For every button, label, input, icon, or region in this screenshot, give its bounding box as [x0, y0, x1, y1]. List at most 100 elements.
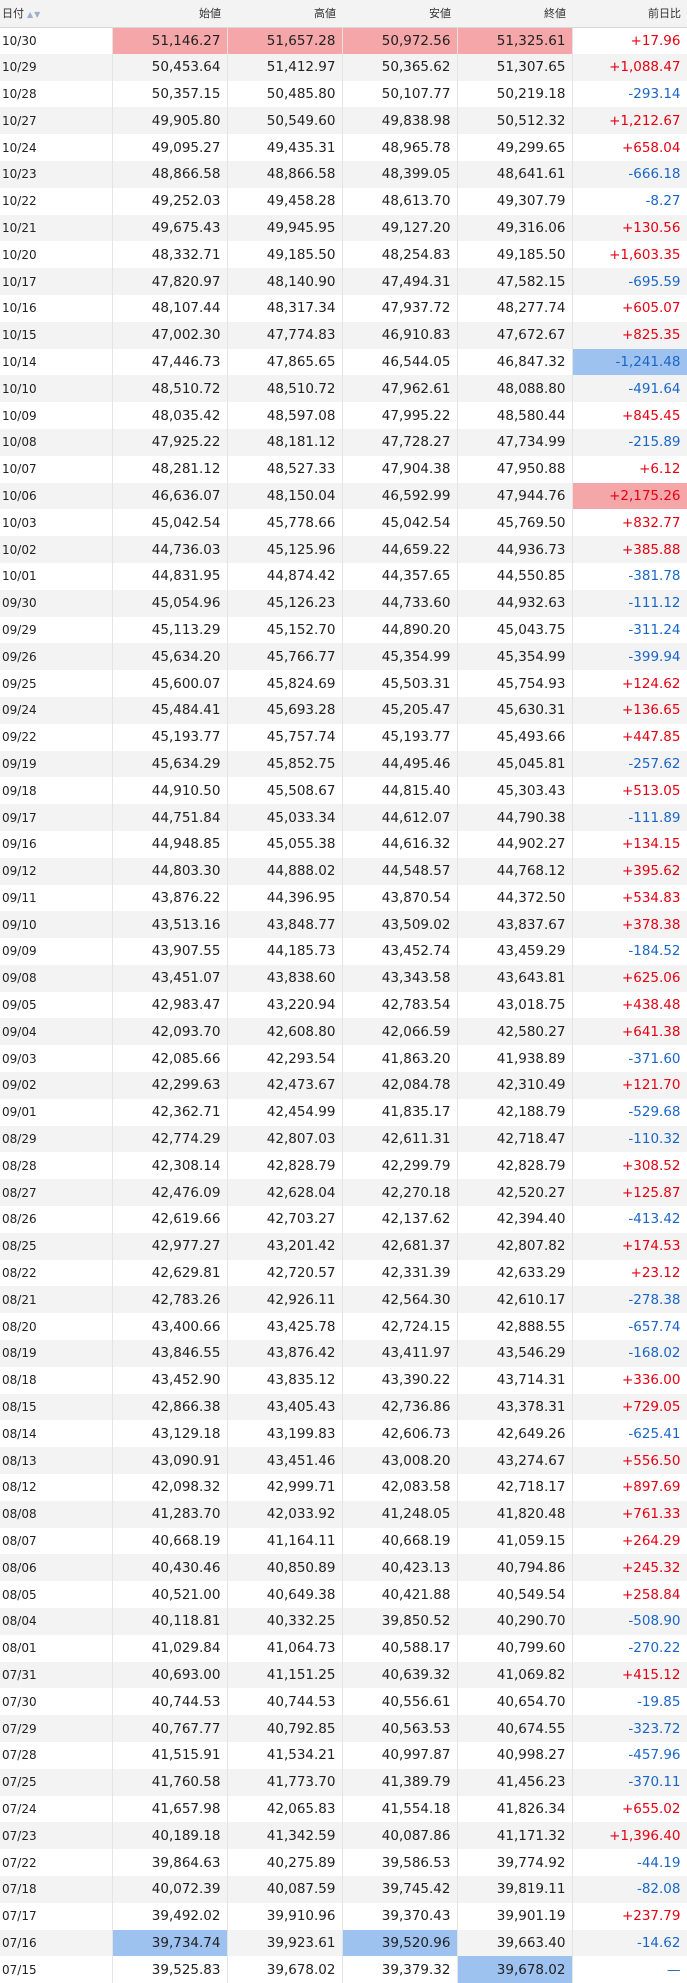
- close-cell: 42,828.79: [457, 1152, 573, 1180]
- low-cell: 42,736.86: [342, 1393, 458, 1421]
- close-cell: 45,354.99: [457, 643, 573, 671]
- open-cell: 49,252.03: [112, 187, 228, 215]
- open-cell: 48,281.12: [112, 455, 228, 483]
- close-cell: 46,847.32: [457, 348, 573, 376]
- high-cell: 51,412.97: [227, 53, 343, 81]
- change-cell: -257.62: [572, 750, 687, 778]
- high-cell: 49,945.95: [227, 214, 343, 242]
- close-cell: 42,807.82: [457, 1232, 573, 1260]
- column-header-date-label: 日付: [2, 7, 24, 21]
- date-cell: 10/14: [0, 348, 113, 376]
- low-cell: 40,997.87: [342, 1742, 458, 1769]
- column-header-change[interactable]: 前日比: [572, 0, 687, 28]
- close-cell: 43,714.31: [457, 1366, 573, 1394]
- table-row: 10/28 50,357.15 50,485.80 50,107.77 50,219.1…: [0, 80, 687, 108]
- table-row: 10/10 48,510.72 48,510.72 47,962.61 48,088.8…: [0, 375, 687, 403]
- date-cell: 10/30: [0, 27, 113, 54]
- open-cell: 43,876.22: [112, 884, 228, 912]
- table-row: 09/25 45,600.07 45,824.69 45,503.31 45,754.9…: [0, 670, 687, 697]
- change-cell: -168.02: [572, 1340, 687, 1367]
- close-cell: 42,520.27: [457, 1179, 573, 1207]
- low-cell: 45,205.47: [342, 696, 458, 724]
- open-cell: 41,657.98: [112, 1795, 228, 1823]
- change-cell: -184.52: [572, 938, 687, 965]
- high-cell: 43,835.12: [227, 1366, 343, 1394]
- change-cell: -111.89: [572, 804, 687, 831]
- open-cell: 44,831.95: [112, 562, 228, 590]
- open-cell: 42,085.66: [112, 1045, 228, 1073]
- column-header-high[interactable]: 高値: [227, 0, 342, 28]
- open-cell: 45,193.77: [112, 723, 228, 751]
- change-cell: -399.94: [572, 643, 687, 671]
- low-cell: 44,733.60: [342, 589, 458, 617]
- change-cell: +395.62: [572, 857, 687, 885]
- table-row: 09/17 44,751.84 45,033.34 44,612.07 44,790.3…: [0, 804, 687, 831]
- date-cell: 09/22: [0, 723, 113, 751]
- open-cell: 43,400.66: [112, 1313, 228, 1341]
- high-cell: 43,451.46: [227, 1447, 343, 1475]
- table-row: 08/27 42,476.09 42,628.04 42,270.18 42,520.2…: [0, 1179, 687, 1207]
- change-cell: +625.06: [572, 964, 687, 992]
- change-cell: -413.42: [572, 1206, 687, 1233]
- close-cell: 47,672.67: [457, 321, 573, 349]
- table-row: 08/18 43,452.90 43,835.12 43,390.22 43,714.3…: [0, 1366, 687, 1394]
- low-cell: 39,379.32: [342, 1956, 458, 1983]
- column-header-low[interactable]: 安値: [342, 0, 457, 28]
- low-cell: 40,556.61: [342, 1688, 458, 1716]
- high-cell: 44,185.73: [227, 938, 343, 965]
- column-header-open[interactable]: 始値: [112, 0, 227, 28]
- change-cell: +1,212.67: [572, 107, 687, 135]
- open-cell: 45,634.29: [112, 750, 228, 778]
- change-cell: +845.45: [572, 402, 687, 429]
- change-cell: -44.19: [572, 1849, 687, 1876]
- date-cell: 10/28: [0, 80, 113, 108]
- table-row: 10/16 48,107.44 48,317.34 47,937.72 48,277.7…: [0, 294, 687, 322]
- change-cell: -311.24: [572, 616, 687, 644]
- date-cell: 10/02: [0, 536, 113, 563]
- low-cell: 48,613.70: [342, 187, 458, 215]
- high-cell: 42,065.83: [227, 1795, 343, 1823]
- close-cell: 41,826.34: [457, 1795, 573, 1823]
- date-cell: 08/04: [0, 1608, 113, 1635]
- change-cell: +174.53: [572, 1232, 687, 1260]
- open-cell: 49,675.43: [112, 214, 228, 242]
- high-cell: 44,396.95: [227, 884, 343, 912]
- table-row: 07/31 40,693.00 41,151.25 40,639.32 41,069.8…: [0, 1661, 687, 1689]
- table-row: 08/14 43,129.18 43,199.83 42,606.73 42,649.2…: [0, 1420, 687, 1448]
- high-cell: 43,848.77: [227, 911, 343, 939]
- open-cell: 41,283.70: [112, 1500, 228, 1528]
- table-row: 09/26 45,634.20 45,766.77 45,354.99 45,354.9…: [0, 643, 687, 671]
- table-row: 09/08 43,451.07 43,838.60 43,343.58 43,643.8…: [0, 964, 687, 992]
- high-cell: 40,332.25: [227, 1608, 343, 1635]
- close-cell: 43,018.75: [457, 991, 573, 1019]
- close-cell: 42,188.79: [457, 1098, 573, 1126]
- low-cell: 39,745.42: [342, 1875, 458, 1903]
- table-row: 07/28 41,515.91 41,534.21 40,997.87 40,998.2…: [0, 1742, 687, 1769]
- date-cell: 09/30: [0, 589, 113, 617]
- date-cell: 07/23: [0, 1822, 113, 1850]
- low-cell: 42,331.39: [342, 1259, 458, 1287]
- column-header-close[interactable]: 終値: [457, 0, 572, 28]
- date-cell: 09/19: [0, 750, 113, 778]
- low-cell: 42,083.58: [342, 1474, 458, 1501]
- date-cell: 07/18: [0, 1875, 113, 1903]
- low-cell: 47,995.22: [342, 402, 458, 429]
- low-cell: 41,389.79: [342, 1768, 458, 1796]
- table-row: 10/03 45,042.54 45,778.66 45,042.54 45,769.5…: [0, 509, 687, 537]
- high-cell: 44,874.42: [227, 562, 343, 590]
- change-cell: +124.62: [572, 670, 687, 697]
- sort-arrows-icon[interactable]: ▲▼: [27, 10, 41, 19]
- change-cell: +336.00: [572, 1366, 687, 1394]
- close-cell: 50,219.18: [457, 80, 573, 108]
- column-header-date[interactable]: 日付 ▲▼: [0, 0, 112, 28]
- high-cell: 48,181.12: [227, 428, 343, 456]
- date-cell: 07/29: [0, 1715, 113, 1742]
- open-cell: 45,054.96: [112, 589, 228, 617]
- date-cell: 10/06: [0, 482, 113, 510]
- open-cell: 39,492.02: [112, 1902, 228, 1930]
- open-cell: 41,515.91: [112, 1742, 228, 1769]
- price-history-table: 日付 ▲▼ 始値 高値 安値 終値 前日比 10/30 51,146.27 51,65…: [0, 0, 687, 1983]
- table-row: 09/24 45,484.41 45,693.28 45,205.47 45,630.3…: [0, 696, 687, 724]
- open-cell: 41,760.58: [112, 1768, 228, 1796]
- high-cell: 51,657.28: [227, 27, 343, 54]
